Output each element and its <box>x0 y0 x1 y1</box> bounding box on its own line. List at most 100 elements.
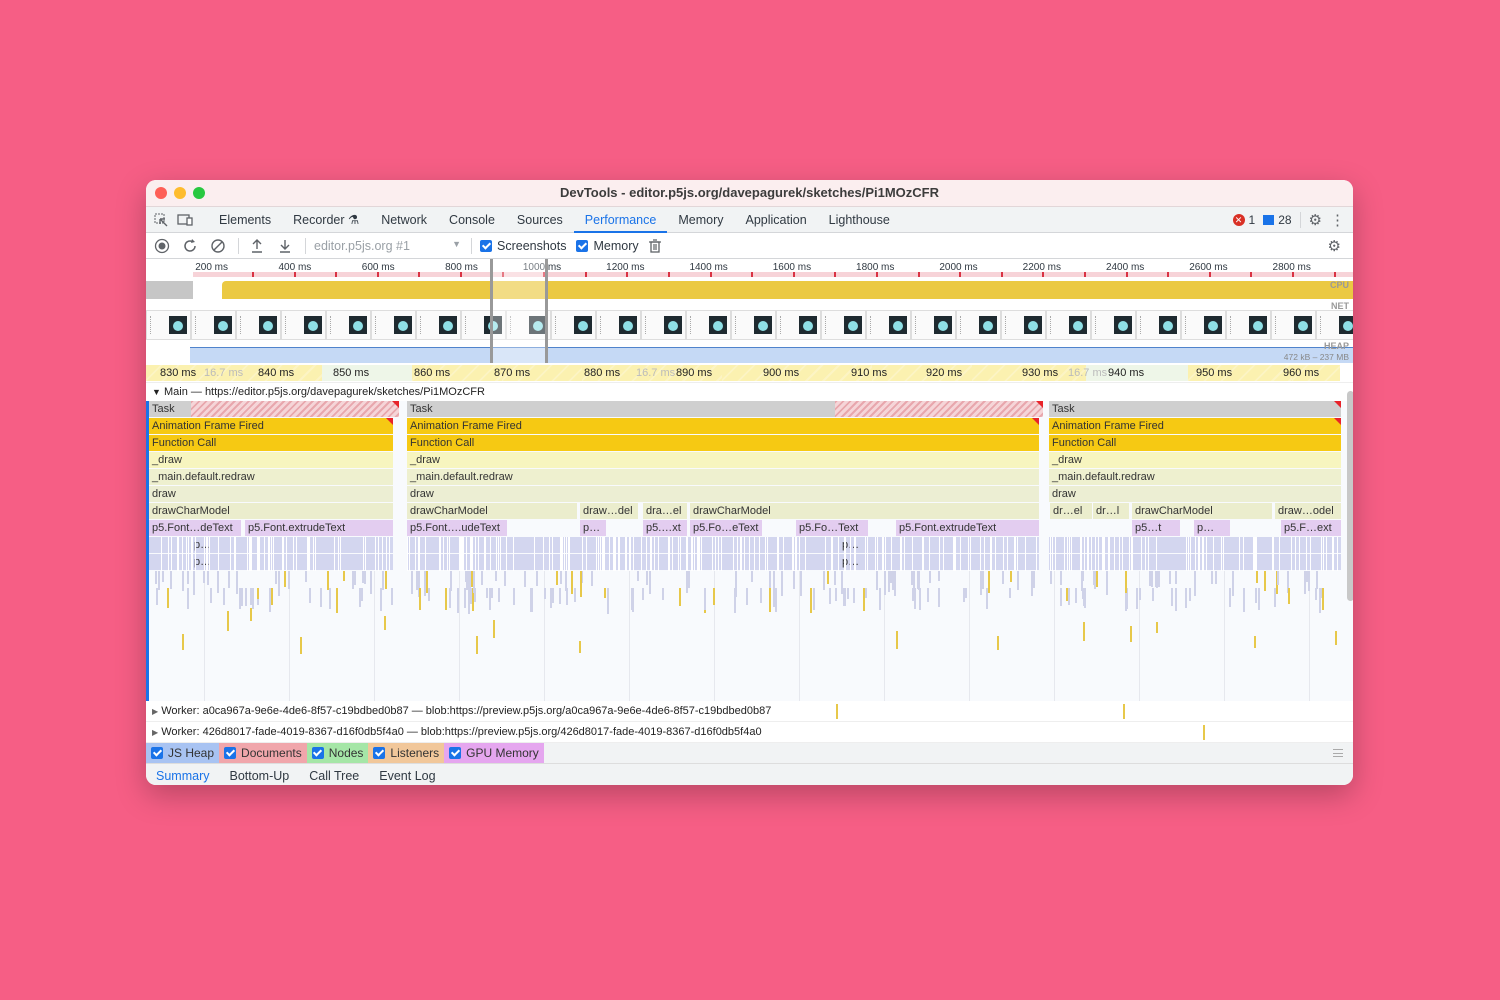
screenshot-thumbnail[interactable] <box>1271 310 1316 340</box>
extrude-text-bar[interactable]: p5.Font.extrudeText <box>896 520 1039 536</box>
extrude-text-bar[interactable]: p… <box>580 520 606 536</box>
short-call-mark[interactable] <box>1105 571 1108 595</box>
screenshot-thumbnail[interactable] <box>551 310 596 340</box>
tab-application[interactable]: Application <box>735 207 818 233</box>
short-call-mark[interactable] <box>186 571 189 585</box>
short-call-mark[interactable] <box>1185 588 1188 608</box>
short-call-mark[interactable] <box>203 571 206 584</box>
short-call-mark[interactable] <box>642 588 645 601</box>
short-call-mark[interactable] <box>182 571 185 591</box>
redraw-bar[interactable]: _main.default.redraw <box>149 469 393 485</box>
short-call-mark[interactable] <box>450 571 453 591</box>
tab-performance[interactable]: Performance <box>573 207 668 233</box>
short-call-mark[interactable] <box>751 571 754 582</box>
drag-handle-icon[interactable] <box>1333 749 1343 757</box>
screenshot-thumbnail[interactable] <box>1181 310 1226 340</box>
short-call-mark[interactable] <box>632 588 635 612</box>
short-call-mark[interactable] <box>1316 571 1319 589</box>
short-call-mark[interactable] <box>1334 630 1337 646</box>
selection-window[interactable] <box>490 259 548 363</box>
screenshot-thumbnail[interactable] <box>776 310 821 340</box>
clear-button[interactable] <box>208 236 228 256</box>
short-call-mark[interactable] <box>491 588 494 599</box>
short-call-mark[interactable] <box>467 571 470 591</box>
screenshot-thumbnail[interactable] <box>326 310 371 340</box>
redraw-bar[interactable]: _main.default.redraw <box>1049 469 1341 485</box>
short-call-mark[interactable] <box>1124 571 1127 593</box>
draw-char-model-bar[interactable]: drawCharModel <box>149 503 393 519</box>
worker-track[interactable]: ▶ Worker: a0ca967a-9e6e-4de6-8f57-c19bdb… <box>146 701 1353 722</box>
short-call-mark[interactable] <box>688 571 691 588</box>
extrude-text-bar[interactable]: p5.F…ext <box>1281 520 1341 536</box>
short-call-mark[interactable] <box>241 588 244 607</box>
short-call-mark[interactable] <box>363 571 366 584</box>
short-call-mark[interactable] <box>1093 571 1096 590</box>
tab-recorder[interactable]: Recorder ⚗ <box>282 207 370 233</box>
short-call-mark[interactable] <box>793 571 796 589</box>
extrude-text-bar[interactable]: p5.Fo…Text <box>796 520 868 536</box>
tab-call-tree[interactable]: Call Tree <box>299 764 369 786</box>
short-call-mark[interactable] <box>1306 571 1309 582</box>
screenshot-thumbnail[interactable] <box>1091 310 1136 340</box>
short-call-mark[interactable] <box>893 571 896 597</box>
short-call-mark[interactable] <box>1031 571 1034 596</box>
short-call-mark[interactable] <box>530 588 533 613</box>
extrude-text-bar[interactable]: p… <box>1194 520 1230 536</box>
short-call-mark[interactable] <box>965 588 968 599</box>
short-call-mark[interactable] <box>1135 588 1138 609</box>
short-call-mark[interactable] <box>512 588 515 605</box>
short-call-mark[interactable] <box>239 588 242 609</box>
short-call-mark[interactable] <box>1008 588 1011 599</box>
screenshot-thumbnail[interactable] <box>1316 310 1353 340</box>
short-call-mark[interactable] <box>1151 571 1154 588</box>
deep-call-bar[interactable] <box>407 537 1039 553</box>
short-call-mark[interactable] <box>269 588 272 613</box>
extrude-text-bar[interactable]: p5.…xt <box>643 520 687 536</box>
memory-checkbox[interactable] <box>576 239 589 252</box>
short-call-mark[interactable] <box>963 588 966 602</box>
draw-char-model-bar[interactable]: dra…el <box>643 503 687 519</box>
short-call-mark[interactable] <box>1082 588 1085 607</box>
short-call-mark[interactable] <box>1152 588 1155 601</box>
expand-triangle-icon[interactable]: ▶ <box>152 707 158 716</box>
nodes-checkbox[interactable] <box>311 747 324 759</box>
short-call-mark[interactable] <box>228 571 231 589</box>
short-call-mark[interactable] <box>760 588 763 603</box>
short-call-mark[interactable] <box>336 588 339 613</box>
more-options-icon[interactable]: ⋮ <box>1330 211 1345 229</box>
extrude-text-bar[interactable]: p5.Font.extrudeText <box>245 520 393 536</box>
main-thread-header[interactable]: ▼ Main — https://editor.p5js.org/davepag… <box>146 383 1353 401</box>
short-call-mark[interactable] <box>444 588 447 610</box>
short-call-mark[interactable] <box>361 588 364 601</box>
short-call-mark[interactable] <box>155 588 158 606</box>
short-call-mark[interactable] <box>704 588 707 611</box>
short-call-mark[interactable] <box>1253 636 1256 649</box>
extrude-text-bar[interactable]: p5.Font….udeText <box>407 520 507 536</box>
short-call-mark[interactable] <box>1082 621 1085 641</box>
short-call-mark[interactable] <box>415 571 418 591</box>
short-call-mark[interactable] <box>235 571 238 594</box>
screenshot-thumbnail[interactable] <box>1136 310 1181 340</box>
short-call-mark[interactable] <box>277 571 280 597</box>
short-call-mark[interactable] <box>1232 571 1235 597</box>
timeline-overview[interactable]: 200 ms 400 ms 600 ms 800 ms 1000 ms 1200 ms 14… <box>146 259 1353 363</box>
deep-call-bar[interactable] <box>407 554 1039 570</box>
screenshot-thumbnail[interactable] <box>731 310 776 340</box>
short-call-mark[interactable] <box>1017 571 1020 590</box>
short-call-mark[interactable] <box>1059 571 1062 585</box>
short-call-mark[interactable] <box>497 588 500 603</box>
short-call-mark[interactable] <box>326 571 329 590</box>
short-call-mark[interactable] <box>411 571 414 594</box>
short-call-mark[interactable] <box>768 588 771 613</box>
screenshot-thumbnail[interactable] <box>236 310 281 340</box>
short-call-mark[interactable] <box>574 588 577 603</box>
js-heap-checkbox[interactable] <box>151 747 163 759</box>
short-call-mark[interactable] <box>927 588 930 603</box>
short-call-mark[interactable] <box>1139 588 1142 601</box>
short-call-mark[interactable] <box>503 571 506 587</box>
short-call-mark[interactable] <box>911 588 914 601</box>
screenshots-checkbox[interactable] <box>480 239 492 252</box>
short-call-mark[interactable] <box>834 588 837 601</box>
short-call-mark[interactable] <box>780 571 783 597</box>
short-call-mark[interactable] <box>523 571 526 587</box>
